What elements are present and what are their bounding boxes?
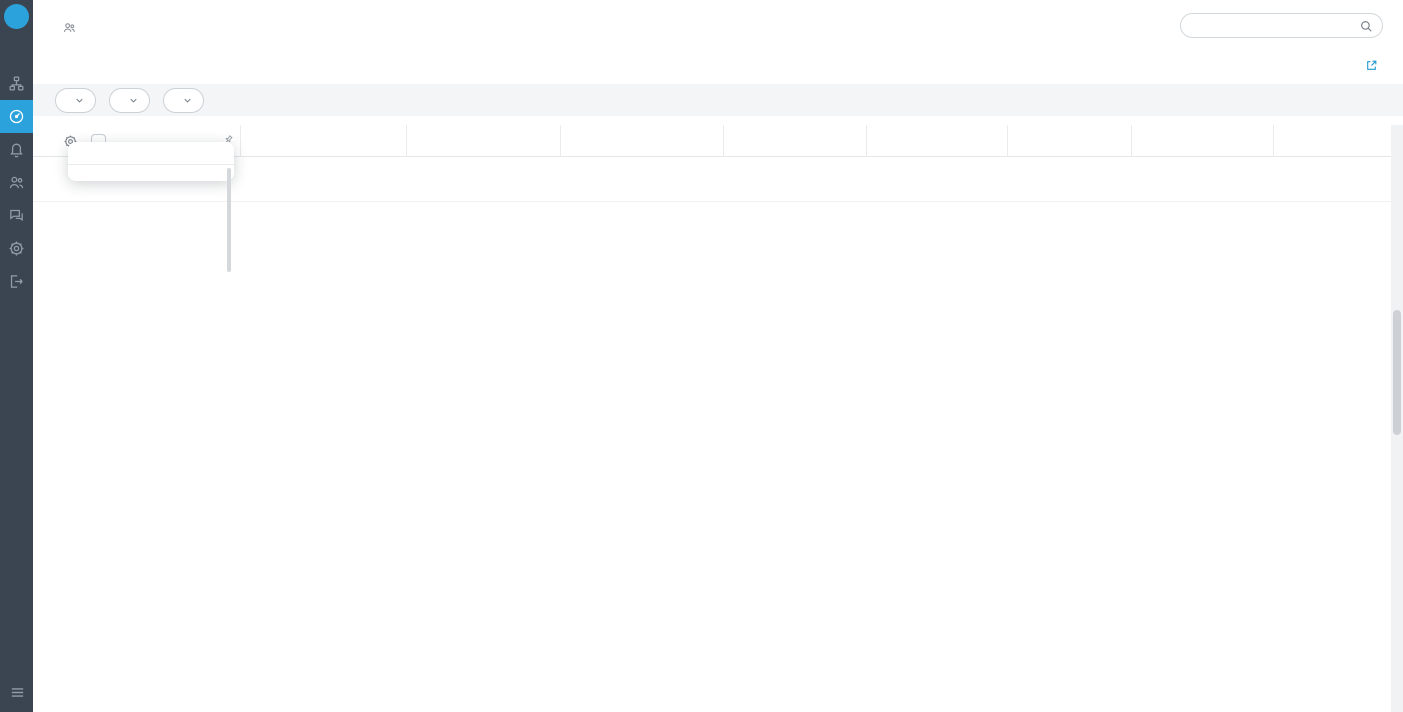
left-sidebar [0, 0, 33, 712]
filter-segment-button[interactable] [163, 88, 204, 113]
search-input[interactable] [1193, 19, 1359, 33]
filter-node-button[interactable] [109, 88, 150, 113]
group-icon [62, 20, 77, 35]
search-icon [1359, 19, 1373, 33]
column-header-site[interactable] [240, 125, 406, 157]
column-header-connection[interactable] [723, 125, 866, 157]
scrollbar-thumb[interactable] [1393, 310, 1401, 435]
menu-icon [9, 684, 24, 699]
sidebar-item-support[interactable] [0, 199, 33, 232]
topology-icon [8, 75, 25, 92]
column-header-transmitted[interactable] [1131, 125, 1273, 157]
chevron-down-icon [128, 95, 139, 106]
column-header-session[interactable] [866, 125, 1007, 157]
app-root [0, 0, 1403, 712]
filter-bar [33, 84, 1403, 116]
chevron-down-icon [182, 95, 193, 106]
table-scrollbar[interactable] [1391, 125, 1403, 712]
sidebar-item-notifications[interactable] [0, 133, 33, 166]
sidebar-item-settings[interactable] [0, 232, 33, 265]
column-header-limits[interactable] [1273, 125, 1391, 157]
chevron-down-icon [74, 95, 85, 106]
column-header-segment[interactable] [406, 125, 560, 157]
app-logo[interactable] [0, 0, 33, 33]
sidebar-item-users[interactable] [0, 166, 33, 199]
gauge-icon [8, 108, 25, 125]
search-box [1180, 13, 1383, 38]
tab-bar [55, 58, 121, 67]
columns-menu-scrollbar[interactable] [227, 168, 231, 272]
column-header-received[interactable] [1007, 125, 1131, 157]
web-interface-link[interactable] [1365, 59, 1383, 72]
columns-menu [68, 142, 234, 181]
collapse-menu-button[interactable] [0, 675, 33, 708]
table-row[interactable] [33, 157, 1391, 202]
clients-table [33, 125, 1391, 712]
external-link-icon [1365, 59, 1378, 72]
gear-icon [8, 240, 25, 257]
users-icon [8, 174, 25, 191]
table-header-row [33, 125, 1391, 157]
chat-icon [8, 207, 25, 224]
bell-icon [8, 141, 25, 158]
sidebar-item-sites[interactable] [0, 67, 33, 100]
reset-columns-button[interactable] [68, 164, 234, 181]
sidebar-item-logout[interactable] [0, 265, 33, 298]
logout-icon [8, 273, 25, 290]
column-header-signal-protocols[interactable] [560, 125, 723, 157]
sidebar-item-dashboard[interactable] [0, 100, 33, 133]
keenetic-logo-icon [4, 4, 29, 29]
filter-status-button[interactable] [55, 88, 96, 113]
